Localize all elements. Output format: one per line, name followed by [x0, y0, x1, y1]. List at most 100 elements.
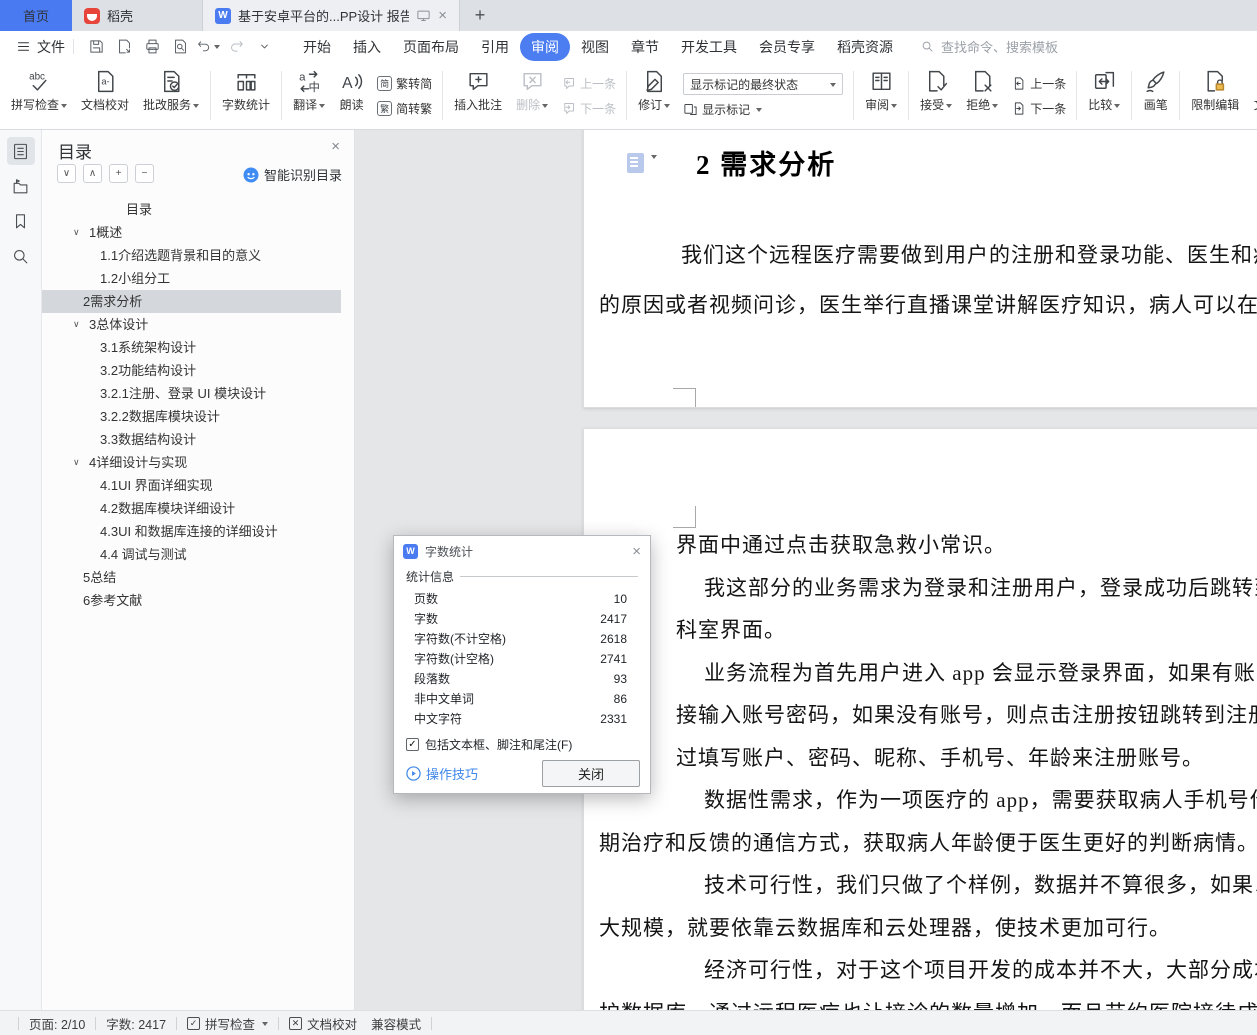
translate-button[interactable]: a中 翻译 — [286, 62, 332, 129]
toc-zoom-out-button[interactable]: − — [135, 164, 154, 183]
track-changes-button[interactable]: 修订 — [631, 62, 677, 129]
print-preview-button[interactable] — [168, 35, 192, 58]
document-line[interactable]: 我们这个远程医疗需要做到用户的注册和登录功能、医生和病人 — [681, 239, 1257, 269]
chevron-down-icon[interactable]: ∨ — [73, 221, 80, 244]
toc-item[interactable]: 3.1系统架构设计 — [42, 336, 354, 359]
document-page-1[interactable]: 2 需求分析 我们这个远程医疗需要做到用户的注册和登录功能、医生和病人的原因或者… — [583, 130, 1257, 408]
next-change-button[interactable]: 下一条 — [1011, 100, 1066, 117]
document-line[interactable]: 数据性需求，作为一项医疗的 app，需要获取病人手机号作为后 — [704, 784, 1257, 814]
page-options-button[interactable] — [627, 153, 657, 173]
toc-item[interactable]: 3.2功能结构设计 — [42, 359, 354, 382]
toc-item[interactable]: 1.1介绍选题背景和目的意义 — [42, 244, 354, 267]
page-indicator[interactable]: 页面: 2/10 — [29, 1014, 85, 1033]
delete-comment-button[interactable]: 删除 — [509, 62, 555, 129]
print-button[interactable] — [140, 35, 164, 58]
restrict-editing-button[interactable]: 限制编辑 — [1184, 62, 1246, 129]
document-page-2[interactable]: 界面中通过点击获取急救小常识。我这部分的业务需求为登录和注册用户，登录成功后跳转… — [583, 428, 1257, 1010]
toc-item[interactable]: 3.2.1注册、登录 UI 模块设计 — [42, 382, 354, 405]
spell-check-toggle[interactable]: ✓ 拼写检查 — [187, 1014, 269, 1033]
read-aloud-button[interactable]: A 朗读 — [332, 62, 371, 129]
menu-tab[interactable]: 会员专享 — [748, 33, 826, 61]
toc-collapse-all-button[interactable]: ∨ — [57, 164, 76, 183]
undo-button[interactable] — [196, 35, 220, 58]
toc-item[interactable]: 4.3UI 和数据库连接的详细设计 — [42, 520, 354, 543]
toc-close-icon[interactable]: × — [331, 138, 340, 155]
next-comment-button[interactable]: 下一条 — [561, 100, 616, 117]
document-line[interactable]: 的原因或者视频问诊，医生举行直播课堂讲解医疗知识，病人可以在 — [599, 289, 1257, 319]
menu-tab[interactable]: 视图 — [570, 33, 620, 61]
menu-tab[interactable]: 页面布局 — [392, 33, 470, 61]
toc-item[interactable]: ∨ 4详细设计与实现 — [42, 451, 354, 474]
menu-tab[interactable]: 稻壳资源 — [826, 33, 904, 61]
review-panel-button[interactable]: 审阅 — [858, 62, 904, 129]
chevron-down-icon[interactable]: ∨ — [73, 313, 80, 336]
tab-home[interactable]: 首页 — [0, 0, 72, 31]
tab-document[interactable]: W 基于安卓平台的...PP设计 报告 × — [202, 0, 460, 31]
doc-permission-button[interactable]: 文档 — [1246, 62, 1257, 129]
insert-comment-button[interactable]: 插入批注 — [447, 62, 509, 129]
reject-change-button[interactable]: 拒绝 — [959, 62, 1005, 129]
toc-item[interactable]: 4.1UI 界面详细实现 — [42, 474, 354, 497]
word-count-indicator[interactable]: 字数: 2417 — [106, 1014, 166, 1033]
chevron-down-icon[interactable]: ∨ — [73, 451, 80, 474]
screen-share-icon[interactable] — [416, 8, 431, 23]
toc-zoom-in-button[interactable]: + — [109, 164, 128, 183]
toc-item[interactable]: ∨ 3总体设计 — [42, 313, 354, 336]
compare-button[interactable]: 比较 — [1081, 62, 1127, 129]
accept-change-button[interactable]: 接受 — [913, 62, 959, 129]
menu-tab[interactable]: 插入 — [342, 33, 392, 61]
trad-to-simp-button[interactable]: 简繁转简 — [377, 75, 432, 92]
document-line[interactable]: 界面中通过点击获取急救小常识。 — [676, 529, 1006, 559]
toc-item[interactable]: 3.2.2数据库模块设计 — [42, 405, 354, 428]
document-line[interactable]: 期治疗和反馈的通信方式，获取病人年龄便于医生更好的判断病情。 — [599, 827, 1257, 857]
section-heading[interactable]: 2 需求分析 — [696, 143, 836, 182]
document-line[interactable]: 技术可行性，我们只做了个样例，数据并不算很多，如果以后扩 — [704, 869, 1257, 899]
toc-item[interactable]: 4.4 调试与测试 — [42, 543, 354, 566]
doc-proof-button[interactable]: a- 文档校对 — [74, 62, 136, 129]
command-search[interactable]: 查找命令、搜索模板 — [920, 37, 1058, 56]
document-line[interactable]: 护数据库，通过远程医疗也让接诊的数量增加，而且节约医院接待成本 — [599, 997, 1257, 1011]
menu-tab[interactable]: 审阅 — [520, 32, 570, 61]
simp-to-trad-button[interactable]: 繁简转繁 — [377, 100, 432, 117]
document-line[interactable]: 经济可行性，对于这个项目开发的成本并不大，大部分成本为维 — [704, 954, 1257, 984]
smart-toc-button[interactable]: 智能识别目录 — [243, 165, 342, 184]
toc-item[interactable]: 1.2小组分工 — [42, 267, 354, 290]
word-count-dialog-titlebar[interactable]: W 字数统计 × — [394, 536, 650, 566]
menu-tab[interactable]: 开发工具 — [670, 33, 748, 61]
document-line[interactable]: 过填写账户、密码、昵称、手机号、年龄来注册账号。 — [676, 742, 1204, 772]
menu-tab[interactable]: 引用 — [470, 33, 520, 61]
doc-proof-toggle[interactable]: ✕ 文档校对 — [289, 1014, 357, 1033]
tab-docer[interactable]: 稻壳 — [72, 0, 202, 31]
toc-item[interactable]: ∨ 1概述 — [42, 221, 354, 244]
markup-state-dropdown[interactable]: 显示标记的最终状态 — [683, 73, 844, 95]
file-menu-button[interactable]: 文件 — [16, 37, 65, 57]
new-tab-button[interactable]: + — [460, 0, 500, 31]
toc-item[interactable]: 目录 — [42, 198, 354, 221]
checkbox-checked-icon[interactable]: ✓ — [406, 738, 419, 751]
comments-panel-button[interactable] — [7, 172, 35, 200]
toc-expand-all-button[interactable]: ∧ — [83, 164, 102, 183]
bookmark-panel-button[interactable] — [7, 207, 35, 235]
document-line[interactable]: 大规模，就要依靠云数据库和云处理器，使技术更加可行。 — [599, 912, 1171, 942]
document-line[interactable]: 接输入账号密码，如果没有账号，则点击注册按钮跳转到注册界面， 通 — [676, 699, 1257, 729]
grading-service-button[interactable]: 批改服务 — [136, 62, 206, 129]
close-button[interactable]: 关闭 — [542, 759, 640, 787]
word-count-button[interactable]: 字数统计 — [215, 62, 277, 129]
collapse-ribbon-chevron[interactable] — [252, 35, 276, 58]
document-line[interactable]: 我这部分的业务需求为登录和注册用户，登录成功后跳转到选择 — [704, 572, 1257, 602]
include-footnotes-checkbox-row[interactable]: ✓ 包括文本框、脚注和尾注(F) — [406, 736, 638, 753]
ink-brush-button[interactable]: 画笔 — [1136, 62, 1175, 129]
save-button[interactable] — [84, 35, 108, 58]
redo-button[interactable] — [224, 35, 248, 58]
dialog-close-icon[interactable]: × — [632, 543, 641, 560]
outline-panel-button[interactable] — [6, 137, 35, 165]
menu-tab[interactable]: 章节 — [620, 33, 670, 61]
menu-tab[interactable]: 开始 — [292, 33, 342, 61]
toc-item[interactable]: 2需求分析 — [42, 290, 341, 313]
prev-change-button[interactable]: 上一条 — [1011, 75, 1066, 92]
operation-tips-link[interactable]: 操作技巧 — [406, 764, 478, 783]
toc-item[interactable]: 4.2数据库模块详细设计 — [42, 497, 354, 520]
document-line[interactable]: 业务流程为首先用户进入 app 会显示登录界面，如果有账号，则直 — [704, 657, 1257, 687]
document-line[interactable]: 科室界面。 — [676, 614, 786, 644]
spell-check-button[interactable]: abc 拼写检查 — [4, 62, 74, 129]
